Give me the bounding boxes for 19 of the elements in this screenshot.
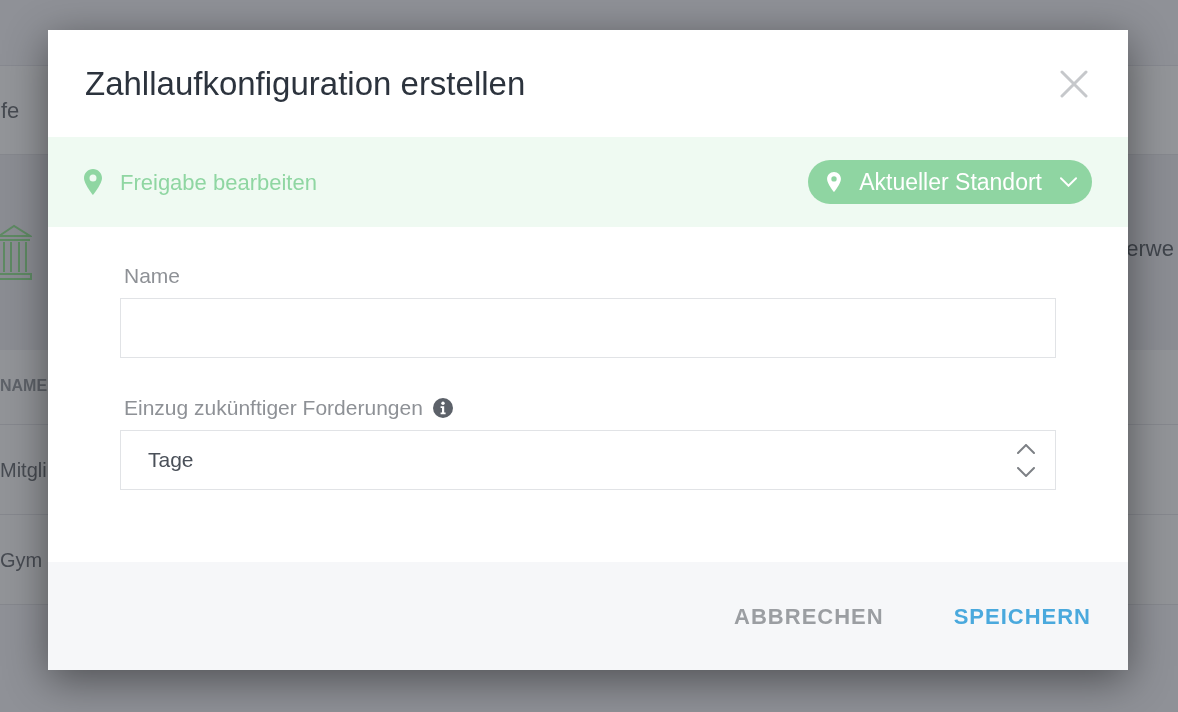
page-text: fe [1,96,20,125]
close-icon[interactable] [1060,69,1088,98]
table-cell-text: Mitgli [0,457,47,483]
field-label: Einzug zukünftiger Forderungen [124,396,423,420]
location-dropdown-button[interactable]: Aktueller Standort [808,160,1092,204]
select-field[interactable]: Tage [120,430,1056,490]
name-input-field[interactable] [120,298,1056,358]
map-pin-icon [827,172,842,192]
field-label: Name [124,264,181,288]
dialog-title: Zahllaufkonfiguration erstellen [85,63,526,104]
save-button[interactable]: SPEICHERN [953,593,1091,639]
chevron-down-icon [1017,466,1035,477]
chevron-up-icon [1017,443,1035,454]
cancel-button[interactable]: ABBRECHEN [734,593,884,639]
table-cell-text: Gym [0,547,43,573]
sharing-label: Freigabe bearbeiten [120,168,317,197]
map-pin-icon [84,169,102,195]
page-text: erwe [1126,235,1174,263]
chevron-down-icon [1060,177,1077,187]
